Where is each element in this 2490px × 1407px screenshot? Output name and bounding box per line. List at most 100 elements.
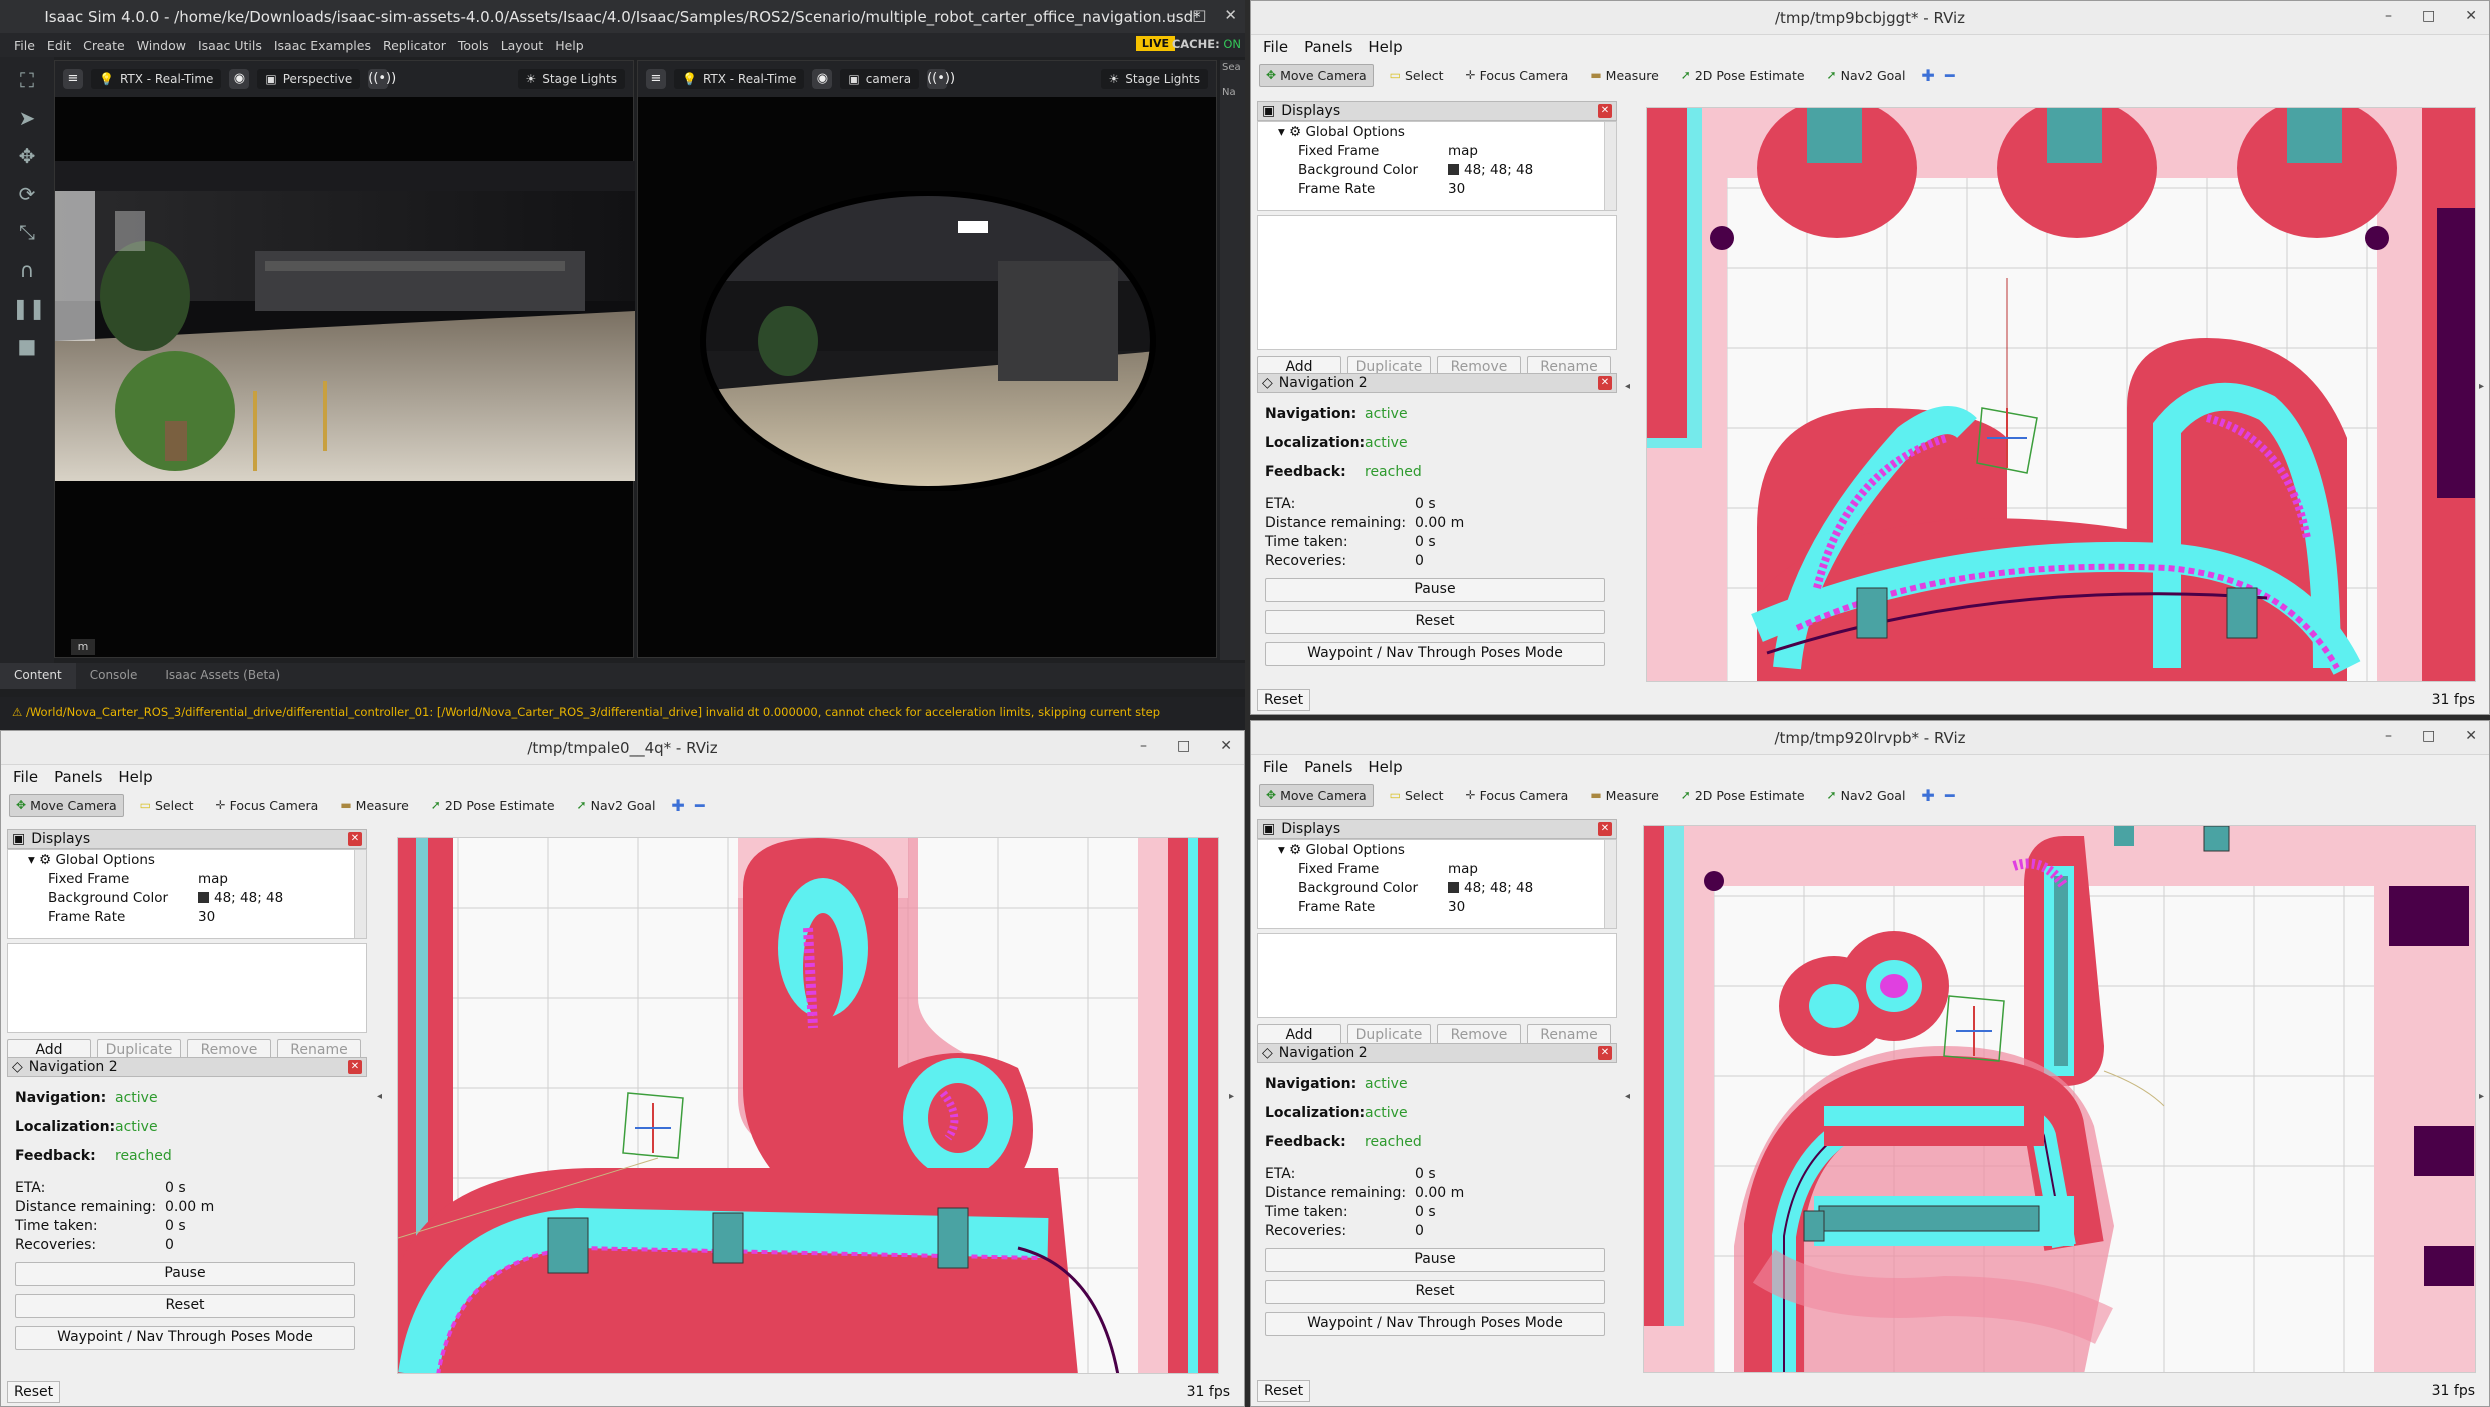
splitter-handle-right[interactable]: ▸	[2479, 1091, 2489, 1102]
tool-move-camera[interactable]: ✥ Move Camera	[9, 793, 124, 817]
prop-row[interactable]: Frame Rate 30	[1258, 179, 1616, 198]
tool-2d-pose-estimate[interactable]: ➚ 2D Pose Estimate	[1675, 65, 1811, 86]
maximize-button[interactable]: □	[2422, 728, 2435, 744]
add-tool-icon[interactable]: ✚	[671, 796, 684, 815]
prop-row[interactable]: Background Color 48; 48; 48	[8, 888, 366, 907]
tab-isaac-assets[interactable]: Isaac Assets (Beta)	[151, 663, 294, 689]
tool-select[interactable]: ▭ Select	[1384, 65, 1450, 86]
stage-lights-button[interactable]: ☀ Stage Lights	[517, 69, 625, 89]
splitter-handle[interactable]: ◂	[1625, 381, 1635, 392]
costmap-view[interactable]	[1646, 107, 2476, 682]
remove-tool-icon[interactable]: ━	[695, 796, 705, 815]
splitter-handle-right[interactable]: ▸	[2479, 381, 2489, 392]
menu-window[interactable]: Window	[137, 38, 186, 53]
waypoint-mode-button[interactable]: Waypoint / Nav Through Poses Mode	[1265, 642, 1605, 666]
move-icon[interactable]: ✥	[12, 141, 42, 171]
close-panel-icon[interactable]: ✕	[1598, 376, 1612, 390]
add-tool-icon[interactable]: ✚	[1921, 66, 1934, 85]
camera-button[interactable]: ▣ camera	[840, 69, 920, 89]
stage-lights-button[interactable]: ☀ Stage Lights	[1100, 69, 1208, 89]
reset-nav-button[interactable]: Reset	[15, 1294, 355, 1318]
displays-tree[interactable]: ▾ ⚙ Global Options Fixed Frame map Backgr…	[1257, 839, 1617, 929]
tool-focus-camera[interactable]: ✛ Focus Camera	[1460, 785, 1575, 806]
tool-move-camera[interactable]: ✥ Move Camera	[1259, 783, 1374, 807]
minimize-button[interactable]: –	[1167, 6, 1175, 24]
menu-layout[interactable]: Layout	[501, 38, 544, 53]
menu-help[interactable]: Help	[118, 768, 152, 786]
viewport-camera[interactable]: ≡ 💡 RTX - Real-Time ◉ ▣ camera ((•)) ☀ Stag…	[637, 60, 1217, 658]
global-options-node[interactable]: ▾ ⚙ Global Options	[1258, 124, 1448, 140]
waypoint-mode-button[interactable]: Waypoint / Nav Through Poses Mode	[15, 1326, 355, 1350]
prop-row[interactable]: Fixed Frame map	[1258, 141, 1616, 160]
eye-icon[interactable]: ◉	[229, 69, 250, 89]
menu-help[interactable]: Help	[1368, 38, 1402, 56]
menu-tools[interactable]: Tools	[458, 38, 489, 53]
prop-row[interactable]: Background Color 48; 48; 48	[1258, 160, 1616, 179]
menu-panels[interactable]: Panels	[1304, 758, 1352, 776]
maximize-button[interactable]: □	[1192, 6, 1206, 24]
prop-value[interactable]: 48; 48; 48	[1448, 880, 1533, 896]
tool-focus-camera[interactable]: ✛ Focus Camera	[210, 795, 325, 816]
global-options-node[interactable]: ▾ ⚙ Global Options	[8, 852, 198, 868]
menu-isaac-utils[interactable]: Isaac Utils	[198, 38, 262, 53]
close-panel-icon[interactable]: ✕	[348, 1060, 362, 1074]
prop-value[interactable]: 30	[198, 909, 215, 925]
close-button[interactable]: ✕	[1220, 738, 1232, 754]
tool-move-camera[interactable]: ✥ Move Camera	[1259, 63, 1374, 87]
live-badge[interactable]: LIVE	[1135, 36, 1175, 51]
menu-file[interactable]: File	[1263, 38, 1288, 56]
displays-tree[interactable]: ▾ ⚙ Global Options Fixed Frame map Backgr…	[7, 849, 367, 939]
tool-measure[interactable]: ▬ Measure	[1584, 785, 1664, 806]
menu-file[interactable]: File	[14, 38, 35, 53]
splitter-handle[interactable]: ◂	[1625, 1091, 1635, 1102]
render-mode-button[interactable]: 💡 RTX - Real-Time	[674, 69, 805, 89]
menu-edit[interactable]: Edit	[47, 38, 71, 53]
maximize-button[interactable]: □	[1177, 738, 1190, 754]
eye-icon[interactable]: ◉	[812, 69, 833, 89]
tool-2d-pose-estimate[interactable]: ➚ 2D Pose Estimate	[425, 795, 561, 816]
prop-value[interactable]: map	[1448, 143, 1478, 159]
stop-icon[interactable]: ■	[12, 331, 42, 361]
add-tool-icon[interactable]: ✚	[1921, 786, 1934, 805]
rotate-icon[interactable]: ⟳	[12, 179, 42, 209]
menu-help[interactable]: Help	[1368, 758, 1402, 776]
menu-file[interactable]: File	[1263, 758, 1288, 776]
costmap-view[interactable]	[1643, 825, 2476, 1373]
snap-icon[interactable]: ∩	[12, 255, 42, 285]
close-panel-icon[interactable]: ✕	[1598, 104, 1612, 118]
tool-focus-camera[interactable]: ✛ Focus Camera	[1460, 65, 1575, 86]
menu-isaac-examples[interactable]: Isaac Examples	[274, 38, 371, 53]
menu-help[interactable]: Help	[555, 38, 584, 53]
scrollbar[interactable]	[1604, 122, 1616, 210]
close-panel-icon[interactable]: ✕	[1598, 1046, 1612, 1060]
audio-icon[interactable]: ((•))	[368, 69, 396, 89]
prop-value[interactable]: 30	[1448, 899, 1465, 915]
tool-measure[interactable]: ▬ Measure	[334, 795, 414, 816]
minimize-button[interactable]: –	[1140, 738, 1147, 754]
prop-row[interactable]: Fixed Frame map	[1258, 859, 1616, 878]
tool-2d-pose-estimate[interactable]: ➚ 2D Pose Estimate	[1675, 785, 1811, 806]
tool-select[interactable]: ▭ Select	[1384, 785, 1450, 806]
close-button[interactable]: ✕	[2465, 8, 2477, 24]
prop-value[interactable]: map	[198, 871, 228, 887]
menu-replicator[interactable]: Replicator	[383, 38, 446, 53]
tool-select[interactable]: ▭ Select	[134, 795, 200, 816]
maximize-button[interactable]: □	[2422, 8, 2435, 24]
pause-button[interactable]: Pause	[1265, 578, 1605, 602]
splitter-handle[interactable]: ◂	[377, 1091, 387, 1102]
prop-row[interactable]: Frame Rate 30	[1258, 897, 1616, 916]
tool-nav2-goal[interactable]: ➚ Nav2 Goal	[1821, 65, 1912, 86]
tab-content[interactable]: Content	[0, 663, 76, 689]
splitter-handle-right[interactable]: ▸	[1229, 1091, 1239, 1102]
stage-search[interactable]: Sea	[1220, 60, 1245, 75]
scrollbar[interactable]	[354, 850, 366, 938]
tab-console[interactable]: Console	[76, 663, 152, 689]
remove-tool-icon[interactable]: ━	[1945, 786, 1955, 805]
prop-row[interactable]: Fixed Frame map	[8, 869, 366, 888]
close-button[interactable]: ✕	[1224, 6, 1237, 24]
reset-nav-button[interactable]: Reset	[1265, 1280, 1605, 1304]
menu-panels[interactable]: Panels	[1304, 38, 1352, 56]
pause-button[interactable]: Pause	[1265, 1248, 1605, 1272]
tool-nav2-goal[interactable]: ➚ Nav2 Goal	[1821, 785, 1912, 806]
stage-panel-edge[interactable]: Sea Na	[1220, 60, 1245, 660]
